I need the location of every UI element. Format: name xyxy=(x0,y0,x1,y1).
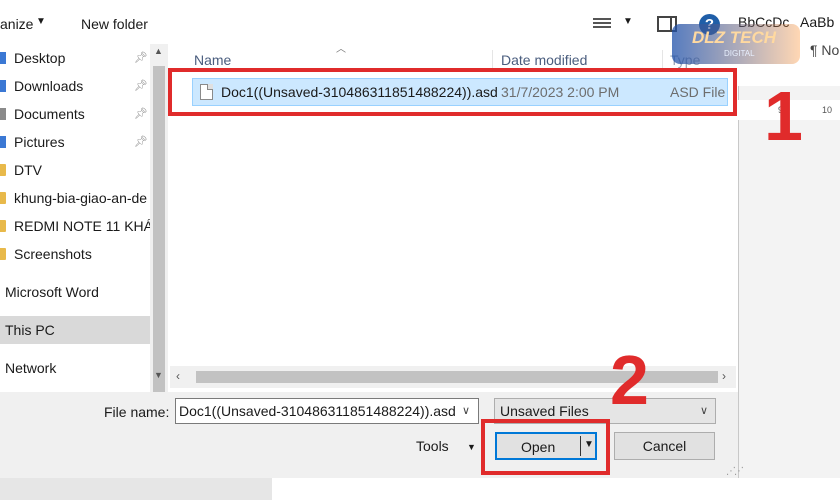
word-status-strip xyxy=(0,478,840,500)
watermark-logo: DLZ TECH DIGITAL xyxy=(672,24,800,64)
pin-icon[interactable]: 📌︎ xyxy=(134,100,148,128)
desktop-icon xyxy=(0,52,6,64)
scroll-right-icon[interactable]: › xyxy=(722,369,726,383)
sidebar-item-label: REDMI NOTE 11 KHÁN xyxy=(14,218,150,234)
step-number-1: 1 xyxy=(764,77,803,155)
style-no-spacing[interactable]: ¶ No S xyxy=(810,42,840,58)
step-number-2: 2 xyxy=(610,341,649,419)
folder-icon xyxy=(0,192,6,204)
file-name-input[interactable]: Doc1((Unsaved-310486311851488224)).asd xyxy=(175,398,479,424)
watermark-sub: DIGITAL xyxy=(724,49,755,58)
scroll-thumb[interactable] xyxy=(153,66,165,406)
new-folder-button[interactable]: New folder xyxy=(81,16,148,32)
view-options-icon[interactable] xyxy=(593,18,611,31)
sidebar-item-microsoft-word[interactable]: Microsoft Word xyxy=(0,278,150,306)
sidebar-item-label: khung-bia-giao-an-de xyxy=(14,190,148,206)
cancel-button[interactable]: Cancel xyxy=(614,432,715,460)
file-name-chevron-down-icon[interactable]: ∨ xyxy=(462,404,470,417)
sidebar-item-label: Documents xyxy=(14,106,85,122)
folder-icon xyxy=(0,164,6,176)
sidebar-item-desktop[interactable]: Desktop 📌︎ xyxy=(0,44,150,72)
file-name-label: File name: xyxy=(104,404,170,420)
sidebar-item-redmi[interactable]: REDMI NOTE 11 KHÁN xyxy=(0,212,150,240)
organize-button[interactable]: anize xyxy=(0,16,33,32)
column-header-name[interactable]: Name xyxy=(194,52,231,68)
sidebar-item-screenshots[interactable]: Screenshots xyxy=(0,240,150,268)
sidebar-item-label: Downloads xyxy=(14,78,84,94)
nav-vertical-scrollbar[interactable]: ▲ ▼ xyxy=(150,44,168,406)
scroll-up-icon[interactable]: ▲ xyxy=(154,46,163,56)
sidebar-item-label: Network xyxy=(5,360,57,376)
column-divider[interactable] xyxy=(492,50,493,70)
sidebar-item-label: Microsoft Word xyxy=(5,284,99,300)
column-divider[interactable] xyxy=(662,50,663,70)
highlight-box-step1 xyxy=(168,68,737,116)
sidebar-item-network[interactable]: Network xyxy=(0,354,150,382)
sidebar-item-this-pc[interactable]: This PC xyxy=(0,316,150,344)
resize-grip-icon[interactable]: ⋰⋰ xyxy=(726,466,744,477)
sidebar-item-label: This PC xyxy=(5,322,55,338)
sidebar-item-dtv[interactable]: DTV xyxy=(0,156,150,184)
sidebar-item-pictures[interactable]: Pictures 📌︎ xyxy=(0,128,150,156)
pin-icon[interactable]: 📌︎ xyxy=(134,44,148,72)
tools-chevron-down-icon[interactable]: ▼ xyxy=(467,442,476,452)
folder-icon xyxy=(0,220,6,232)
download-icon xyxy=(0,80,6,92)
sort-ascending-icon: ︿ xyxy=(336,44,346,55)
pin-icon[interactable]: 📌︎ xyxy=(134,72,148,100)
highlight-box-step2 xyxy=(481,419,610,475)
sidebar-item-documents[interactable]: Documents 📌︎ xyxy=(0,100,150,128)
sidebar-item-label: Screenshots xyxy=(14,246,92,262)
chevron-down-icon[interactable]: ▼ xyxy=(36,16,46,27)
view-chevron-down-icon[interactable]: ▼ xyxy=(623,16,633,27)
horizontal-scrollbar[interactable]: ‹ › xyxy=(170,366,736,388)
sidebar-item-label: Desktop xyxy=(14,50,66,66)
pin-icon[interactable]: 📌︎ xyxy=(134,128,148,156)
sidebar-item-khung-bia[interactable]: khung-bia-giao-an-de xyxy=(0,184,150,212)
pictures-icon xyxy=(0,136,6,148)
scroll-down-icon[interactable]: ▼ xyxy=(154,370,163,380)
tools-button[interactable]: Tools xyxy=(416,438,449,454)
style-preview-2[interactable]: AaBb xyxy=(800,14,834,30)
sidebar-item-downloads[interactable]: Downloads 📌︎ xyxy=(0,72,150,100)
scroll-left-icon[interactable]: ‹ xyxy=(176,369,180,383)
sidebar-item-label: DTV xyxy=(14,162,42,178)
dialog-toolbar: anize ▼ New folder ▼ ? xyxy=(0,0,738,48)
ruler-tick-10: 10 xyxy=(822,105,833,115)
watermark-brand: DLZ TECH xyxy=(692,28,777,47)
documents-icon xyxy=(0,108,6,120)
folder-icon xyxy=(0,248,6,260)
column-header-date-modified[interactable]: Date modified xyxy=(501,52,587,68)
sidebar-item-label: Pictures xyxy=(14,134,65,150)
navigation-pane: Desktop 📌︎ Downloads 📌︎ Documents 📌︎ Pic… xyxy=(0,44,152,392)
file-type-chevron-down-icon[interactable]: ∨ xyxy=(700,404,708,417)
